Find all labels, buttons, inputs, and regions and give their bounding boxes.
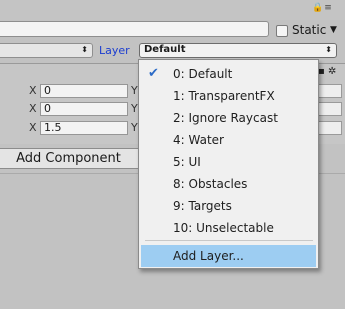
rotation-x-field[interactable]: 0 <box>40 102 128 116</box>
position-x-field[interactable]: 0 <box>40 84 128 98</box>
check-icon: ✔ <box>148 66 159 81</box>
layer-select[interactable]: Default ⬍ <box>139 43 337 58</box>
inspector-header-strip <box>0 0 345 20</box>
static-dropdown-arrow-icon[interactable]: ▼ <box>330 25 337 35</box>
layer-menu-item-label: 2: Ignore Raycast <box>173 111 278 125</box>
select-arrows-icon: ⬍ <box>325 45 332 54</box>
layer-menu-item-label: 9: Targets <box>173 199 232 213</box>
axis-label-y: Y <box>131 121 138 134</box>
layer-menu-item-transparentfx[interactable]: 1: TransparentFX <box>139 85 318 107</box>
layer-menu-item-label: 4: Water <box>173 133 224 147</box>
layer-menu-item-label: 1: TransparentFX <box>173 89 275 103</box>
layer-menu-item-label: 0: Default <box>173 67 233 81</box>
add-layer-menu-item[interactable]: Add Layer... <box>141 245 316 267</box>
layer-menu-item-ui[interactable]: 5: UI <box>139 151 318 173</box>
tag-select[interactable]: ⬍ <box>0 43 93 58</box>
axis-label-y: Y <box>131 102 138 115</box>
select-arrows-icon: ⬍ <box>81 45 88 54</box>
layer-menu-item-ignore-raycast[interactable]: 2: Ignore Raycast <box>139 107 318 129</box>
add-component-button[interactable]: Add Component <box>0 148 141 169</box>
axis-label-y: Y <box>131 84 138 97</box>
static-checkbox[interactable] <box>276 25 288 37</box>
layer-menu-item-label: 5: UI <box>173 155 201 169</box>
axis-label-x: X <box>29 121 37 134</box>
layer-label: Layer <box>99 44 130 57</box>
axis-label-x: X <box>29 84 37 97</box>
layer-menu-item-default[interactable]: ✔ 0: Default <box>139 63 318 85</box>
layer-select-value: Default <box>144 44 186 55</box>
layer-menu-item-water[interactable]: 4: Water <box>139 129 318 151</box>
layer-menu-item-targets[interactable]: 9: Targets <box>139 195 318 217</box>
scale-x-field[interactable]: 1.5 <box>40 121 128 135</box>
layer-menu-item-unselectable[interactable]: 10: Unselectable <box>139 217 318 239</box>
menu-separator <box>145 240 313 241</box>
object-name-field[interactable] <box>0 21 269 37</box>
component-settings-icon[interactable]: ▪ ✲ <box>318 66 336 77</box>
layer-menu-item-label: 8: Obstacles <box>173 177 248 191</box>
layer-dropdown-menu: ✔ 0: Default 1: TransparentFX 2: Ignore … <box>138 59 319 269</box>
lock-icon[interactable]: 🔒≡ <box>312 3 333 13</box>
axis-label-x: X <box>29 102 37 115</box>
static-label: Static <box>292 23 327 37</box>
layer-menu-item-label: 10: Unselectable <box>173 221 274 235</box>
layer-menu-item-obstacles[interactable]: 8: Obstacles <box>139 173 318 195</box>
add-layer-label: Add Layer... <box>173 249 244 263</box>
